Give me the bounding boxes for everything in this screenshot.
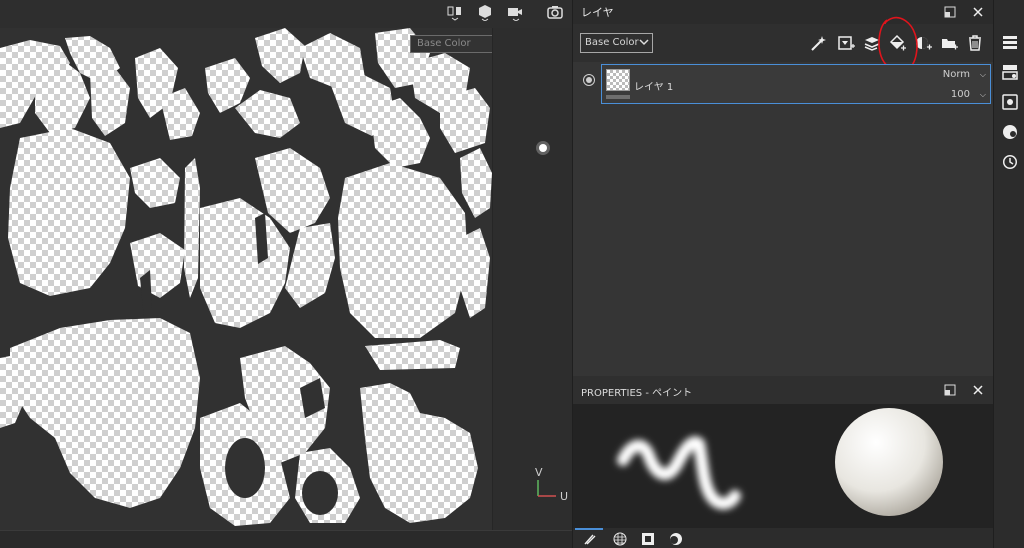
stencil-icon[interactable] <box>635 530 661 548</box>
shader-settings-icon[interactable] <box>999 121 1021 143</box>
layer-toolbar: Base Color <box>573 24 994 62</box>
light-icon[interactable] <box>533 138 553 158</box>
viewport-channel-label: Base Color <box>417 38 471 49</box>
material-sphere-preview <box>835 408 943 516</box>
undock-icon[interactable] <box>941 3 959 21</box>
layers-panel-icon[interactable] <box>999 31 1021 53</box>
axis-v-label: V <box>535 466 543 479</box>
layer-channel-select[interactable]: Base Color <box>580 33 653 53</box>
opacity-select[interactable]: 100 <box>951 89 970 100</box>
properties-tabs <box>573 528 994 548</box>
add-folder-icon[interactable] <box>938 32 960 54</box>
projection-icon[interactable] <box>444 2 466 22</box>
layer-mask-bar <box>606 95 630 99</box>
layer-panel-header: レイヤ <box>573 0 994 24</box>
brush-icon[interactable] <box>577 530 603 548</box>
history-icon[interactable] <box>999 151 1021 173</box>
camera-icon[interactable] <box>504 2 526 22</box>
add-mask-icon[interactable] <box>835 32 857 54</box>
layer-panel: レイヤ Base Color レイヤ 1 Norm ⌵ 100 ⌵ <box>572 0 994 376</box>
chevron-down-icon: ⌵ <box>979 70 986 79</box>
properties-panel: PROPERTIES - ペイント <box>572 376 994 548</box>
layer-visibility-toggle[interactable] <box>583 74 595 86</box>
viewport-side-strip <box>492 28 572 530</box>
screenshot-icon[interactable] <box>544 2 566 22</box>
properties-header: PROPERTIES - ペイント <box>573 376 994 404</box>
display-settings-icon[interactable] <box>999 91 1021 113</box>
undock-icon[interactable] <box>941 381 959 399</box>
right-sidebar <box>993 0 1024 548</box>
material-icon[interactable] <box>607 530 633 548</box>
blend-mode-value: Norm <box>942 69 970 80</box>
cube-icon[interactable] <box>474 2 496 22</box>
layer-thumbnail <box>606 69 630 91</box>
axis-gizmo: V U <box>530 466 572 506</box>
viewport-status-bar <box>0 530 572 548</box>
close-icon[interactable] <box>969 381 987 399</box>
axis-u-label: U <box>560 490 569 503</box>
properties-title: PROPERTIES - ペイント <box>581 388 693 399</box>
opacity-value: 100 <box>950 89 970 100</box>
viewport-2d[interactable]: Base Color V U <box>0 0 572 548</box>
close-icon[interactable] <box>969 3 987 21</box>
blend-mode-select[interactable]: Norm <box>943 69 970 80</box>
layer-row[interactable]: レイヤ 1 Norm ⌵ 100 ⌵ <box>601 64 991 104</box>
brush-preview <box>573 404 994 528</box>
delete-icon[interactable] <box>964 32 986 54</box>
magic-wand-icon[interactable] <box>807 32 829 54</box>
layer-name[interactable]: レイヤ 1 <box>634 78 673 93</box>
texture-set-icon[interactable] <box>999 61 1021 83</box>
chevron-down-icon: ⌵ <box>979 90 986 99</box>
brush-stroke-preview <box>617 436 741 510</box>
alpha-icon[interactable] <box>663 530 689 548</box>
chevron-down-icon <box>639 37 649 47</box>
layer-channel-label: Base Color <box>585 37 639 48</box>
uv-texture-canvas[interactable] <box>0 28 492 530</box>
viewport-toolbar <box>420 0 572 26</box>
layer-panel-title: レイヤ <box>581 6 614 19</box>
uv-islands <box>0 28 492 526</box>
